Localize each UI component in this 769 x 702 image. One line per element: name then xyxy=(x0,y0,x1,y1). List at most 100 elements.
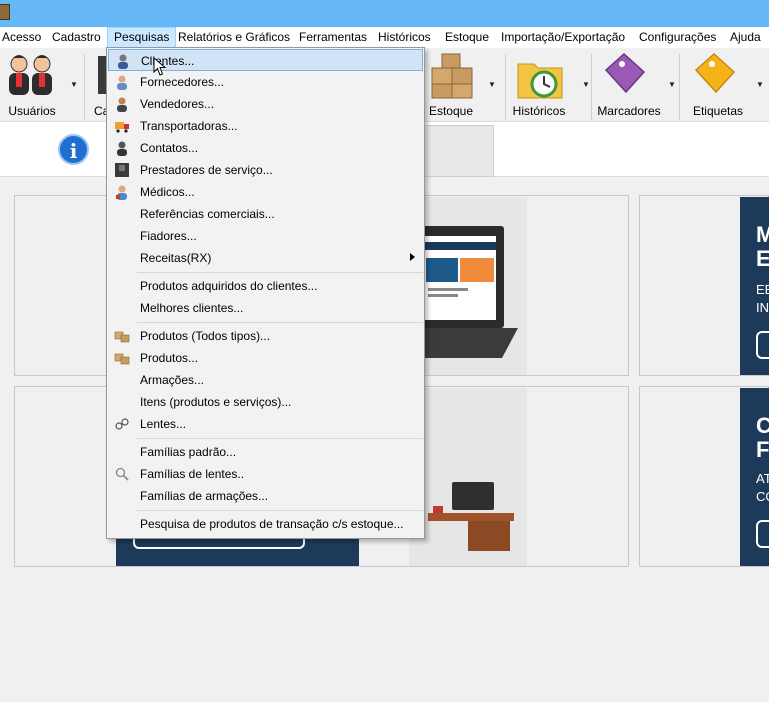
monitor-illustration xyxy=(452,482,494,510)
box-icon xyxy=(114,331,130,343)
cadastro-button[interactable]: Ca xyxy=(88,48,109,122)
magnifier-icon xyxy=(115,467,129,481)
box-icon xyxy=(114,353,130,365)
menu-item-label: Lentes... xyxy=(140,417,187,431)
menu-item-prestadores[interactable]: Prestadores de serviço... xyxy=(108,159,423,181)
submenu-arrow-icon xyxy=(410,253,415,261)
menu-ajuda[interactable]: Ajuda xyxy=(724,27,767,48)
banner-text-line: CO xyxy=(756,489,769,504)
historicos-dropdown-arrow[interactable]: ▼ xyxy=(582,80,590,89)
menu-item-armacoes[interactable]: Armações... xyxy=(108,369,423,391)
banner-text-line: M xyxy=(756,222,769,247)
menu-item-produtos-adquiridos[interactable]: Produtos adquiridos do clientes... xyxy=(108,275,423,297)
menu-item-label: Famílias padrão... xyxy=(140,445,237,459)
tag-purple-icon xyxy=(604,52,646,94)
usuarios-dropdown-arrow[interactable]: ▼ xyxy=(70,80,78,89)
menu-item-label: Transportadoras... xyxy=(140,119,238,133)
banner-cta-button[interactable] xyxy=(756,331,769,359)
menu-configuracoes[interactable]: Configurações xyxy=(633,27,722,48)
menu-relatorios[interactable]: Relatórios e Gráficos xyxy=(172,27,296,48)
worker-icon xyxy=(115,163,129,177)
usuarios-button[interactable]: ▼ Usuários xyxy=(0,48,82,122)
estoque-button[interactable]: ▼ Estoque xyxy=(424,48,504,122)
toolbar-separator xyxy=(679,54,680,120)
menu-item-label: Clientes... xyxy=(141,54,195,68)
boxes-icon xyxy=(431,53,473,99)
menu-item-label: Famílias de lentes.. xyxy=(140,467,245,481)
desk-drawer xyxy=(468,521,510,551)
menu-item-label: Referências comerciais... xyxy=(140,207,275,221)
marcadores-label: Marcadores xyxy=(597,104,661,118)
menu-historicos[interactable]: Históricos xyxy=(372,27,437,48)
menu-separator xyxy=(137,510,423,511)
banner-text-line: E xyxy=(756,246,769,271)
users-icon xyxy=(9,55,52,95)
menu-item-label: Produtos adquiridos do clientes... xyxy=(140,279,318,293)
menu-item-vendedores[interactable]: Vendedores... xyxy=(108,93,423,115)
menu-item-medicos[interactable]: Médicos... xyxy=(108,181,423,203)
menu-importacao-exportacao[interactable]: Importação/Exportação xyxy=(495,27,631,48)
menu-item-label: Contatos... xyxy=(140,141,199,155)
etiquetas-label: Etiquetas xyxy=(692,104,744,118)
estoque-label: Estoque xyxy=(428,104,474,118)
menu-item-referencias-comerciais[interactable]: Referências comerciais... xyxy=(108,203,423,225)
glasses-icon xyxy=(115,418,129,430)
marcadores-button[interactable]: ▼ Marcadores xyxy=(594,48,678,122)
menu-cadastro[interactable]: Cadastro xyxy=(46,27,107,48)
menu-item-label: Produtos... xyxy=(140,351,199,365)
etiquetas-dropdown-arrow[interactable]: ▼ xyxy=(756,80,764,89)
menu-item-label: Melhores clientes... xyxy=(140,301,244,315)
menu-item-familias-padrao[interactable]: Famílias padrão... xyxy=(108,441,423,463)
app-icon xyxy=(0,4,10,20)
menu-item-produtos-todos-tipos[interactable]: Produtos (Todos tipos)... xyxy=(108,325,423,347)
menu-item-label: Itens (produtos e serviços)... xyxy=(140,395,292,409)
truck-icon xyxy=(115,122,129,133)
promo-banner-2: M E EE IN xyxy=(740,197,769,375)
person-icon xyxy=(117,97,127,112)
promo-panel-4[interactable]: C F AT CO xyxy=(639,386,769,567)
menu-item-lentes[interactable]: Lentes... xyxy=(108,413,423,435)
menu-item-label: Prestadores de serviço... xyxy=(140,163,273,177)
menu-item-label: Médicos... xyxy=(140,185,195,199)
menu-item-fiadores[interactable]: Fiadores... xyxy=(108,225,423,247)
banner-text-line: IN xyxy=(756,300,769,315)
tab-header[interactable] xyxy=(424,125,494,177)
menu-item-pesquisa-produtos-transacao[interactable]: Pesquisa de produtos de transação c/s es… xyxy=(108,513,423,535)
menu-item-familias-lentes[interactable]: Famílias de lentes.. xyxy=(108,463,423,485)
toolbar-separator xyxy=(84,54,85,120)
promo-banner-4: C F AT CO xyxy=(740,388,769,566)
menu-item-transportadoras[interactable]: Transportadoras... xyxy=(108,115,423,137)
person-icon xyxy=(118,54,128,69)
menu-pesquisas[interactable]: Pesquisas xyxy=(107,27,177,48)
laptop-display xyxy=(424,236,496,320)
contact-icon xyxy=(117,141,127,156)
estoque-dropdown-arrow[interactable]: ▼ xyxy=(488,80,496,89)
cadastro-icon xyxy=(98,56,106,94)
menu-item-label: Vendedores... xyxy=(140,97,215,111)
menu-item-label: Fiadores... xyxy=(140,229,197,243)
menu-separator xyxy=(137,438,423,439)
marcadores-dropdown-arrow[interactable]: ▼ xyxy=(668,80,676,89)
banner-cta-button[interactable] xyxy=(756,520,769,548)
promo-panel-2[interactable]: M E EE IN xyxy=(639,195,769,376)
historicos-button[interactable]: ▼ Históricos xyxy=(508,48,590,122)
menu-ferramentas[interactable]: Ferramentas xyxy=(293,27,373,48)
banner-text-line: AT xyxy=(756,471,769,486)
pesquisas-dropdown-menu: Clientes... Fornecedores... Vendedores..… xyxy=(106,47,425,539)
menu-estoque[interactable]: Estoque xyxy=(439,27,495,48)
menu-item-melhores-clientes[interactable]: Melhores clientes... xyxy=(108,297,423,319)
doctor-icon xyxy=(116,185,127,200)
menu-acesso[interactable]: Acesso xyxy=(0,27,47,48)
banner-text-line: EE xyxy=(756,282,769,297)
person-icon xyxy=(117,75,127,90)
info-icon[interactable]: i xyxy=(58,134,89,165)
menu-item-receitas-rx[interactable]: Receitas(RX) xyxy=(108,247,423,269)
menu-separator xyxy=(137,322,423,323)
menu-item-produtos[interactable]: Produtos... xyxy=(108,347,423,369)
banner-text-line: F xyxy=(756,437,769,462)
etiquetas-button[interactable]: ▼ Etiquetas xyxy=(682,48,768,122)
menu-item-contatos[interactable]: Contatos... xyxy=(108,137,423,159)
menu-item-familias-armacoes[interactable]: Famílias de armações... xyxy=(108,485,423,507)
menu-item-itens[interactable]: Itens (produtos e serviços)... xyxy=(108,391,423,413)
usuarios-label: Usuários xyxy=(8,104,56,118)
